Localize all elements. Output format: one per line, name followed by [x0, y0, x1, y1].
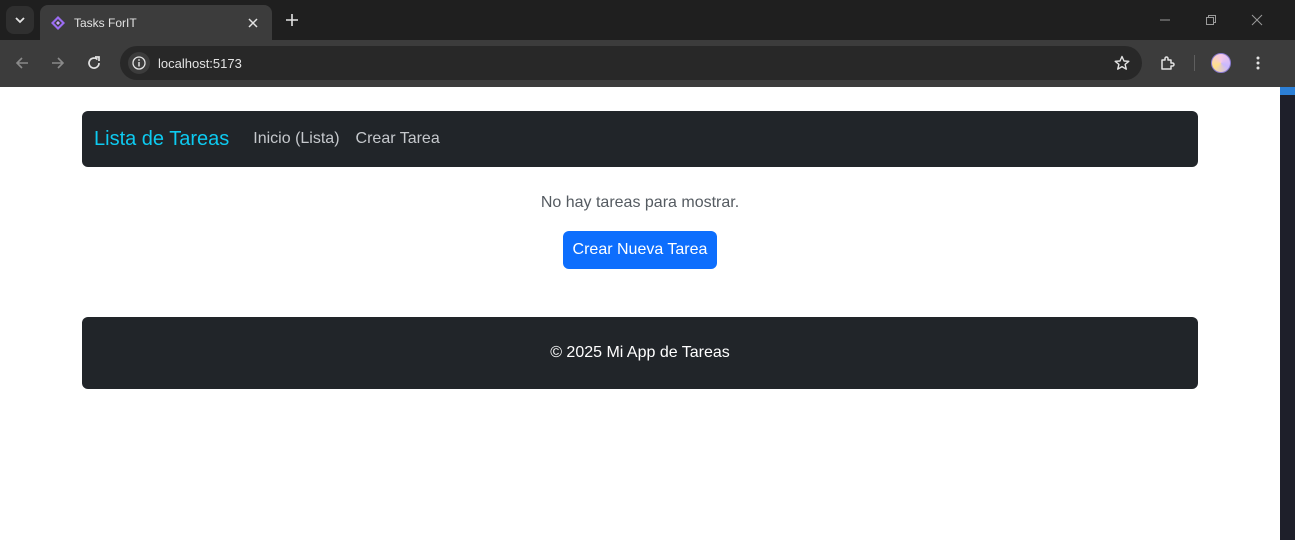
puzzle-icon [1161, 56, 1175, 70]
create-task-button[interactable]: Crear Nueva Tarea [563, 231, 717, 269]
browser-tab[interactable]: Tasks ForIT [40, 5, 272, 40]
window-close-button[interactable] [1245, 8, 1269, 32]
app-navbar: Lista de Tareas Inicio (Lista) Crear Tar… [82, 111, 1198, 167]
reload-icon [88, 56, 100, 69]
more-vertical-icon [1256, 56, 1260, 70]
app-footer: © 2025 Mi App de Tareas [82, 317, 1198, 389]
empty-state-message: No hay tareas para mostrar. [540, 194, 740, 211]
site-info-button[interactable] [128, 52, 150, 74]
chevron-down-icon [15, 17, 25, 24]
address-bar[interactable]: localhost:5173 [120, 46, 1142, 80]
url-text: localhost:5173 [158, 55, 242, 71]
tab-search-button[interactable] [6, 6, 34, 34]
minimize-button[interactable] [1153, 8, 1177, 32]
close-icon [1251, 14, 1263, 26]
toolbar-separator [1194, 55, 1195, 71]
minimize-icon [1160, 19, 1170, 21]
nav-link-inicio[interactable]: Inicio (Lista) [253, 130, 339, 148]
browser-toolbar: localhost:5173 [0, 40, 1295, 87]
navbar-brand[interactable]: Lista de Tareas [94, 128, 229, 151]
forward-button[interactable] [45, 50, 71, 76]
reload-button[interactable] [81, 50, 107, 76]
bookmark-button[interactable] [1108, 49, 1136, 77]
browser-menu-button[interactable] [1245, 50, 1271, 76]
profile-avatar[interactable] [1211, 53, 1231, 73]
star-icon [1114, 55, 1130, 70]
tab-title: Tasks ForIT [74, 15, 137, 30]
tab-strip: Tasks ForIT [0, 0, 1295, 40]
nav-link-crear-tarea[interactable]: Crear Tarea [356, 130, 440, 148]
extensions-button[interactable] [1155, 50, 1181, 76]
arrow-left-icon [15, 57, 28, 69]
close-icon [248, 17, 258, 28]
arrow-right-icon [52, 57, 65, 69]
info-icon [132, 56, 146, 70]
plus-icon [286, 14, 298, 26]
adjacent-window-accent [1280, 87, 1295, 95]
back-button[interactable] [9, 50, 35, 76]
new-tab-button[interactable] [280, 8, 304, 32]
footer-text: © 2025 Mi App de Tareas [550, 344, 730, 361]
adjacent-window-strip [1280, 87, 1295, 540]
tab-close-button[interactable] [244, 14, 262, 32]
restore-icon [1206, 15, 1216, 25]
app-logo-icon [51, 15, 65, 30]
page-viewport: Lista de Tareas Inicio (Lista) Crear Tar… [0, 87, 1280, 540]
restore-button[interactable] [1199, 8, 1223, 32]
